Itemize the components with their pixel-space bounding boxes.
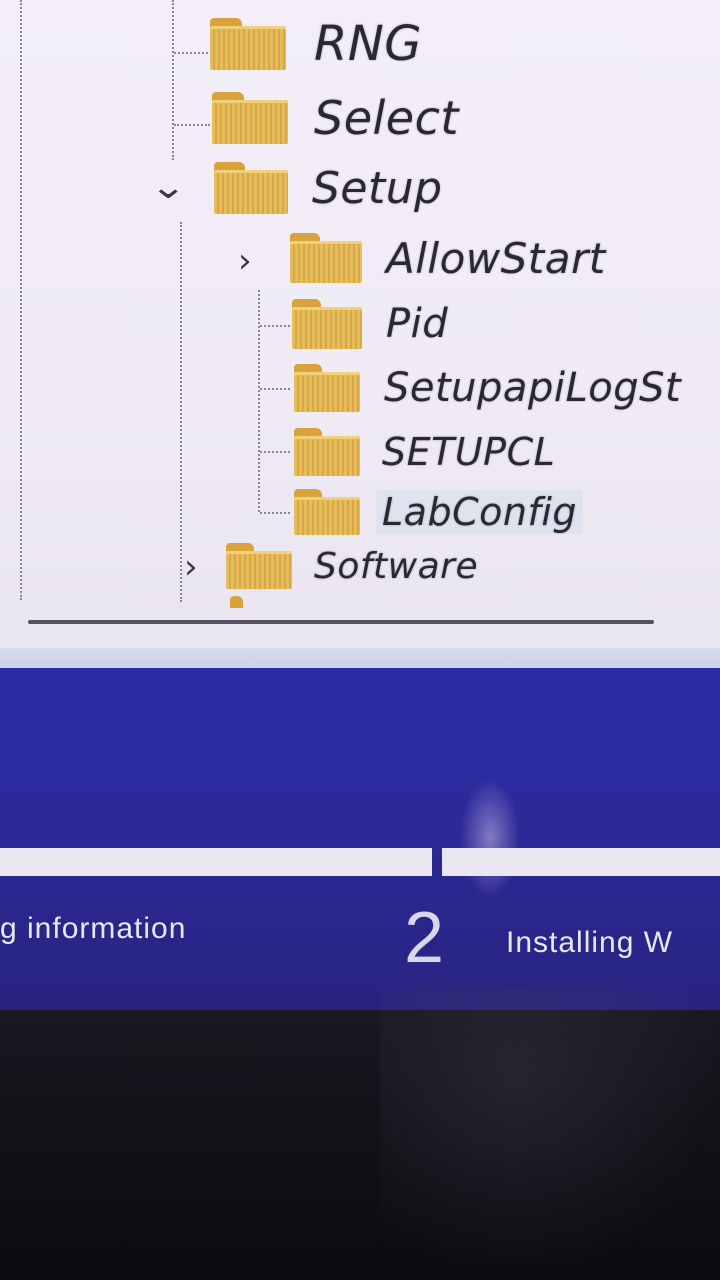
folder-icon [294, 428, 360, 476]
folder-icon [294, 364, 360, 412]
step-1-label: g information [0, 912, 187, 945]
chevron-right-icon[interactable]: › [184, 550, 198, 584]
folder-icon [210, 18, 286, 70]
tree-line [260, 512, 290, 514]
tree-line [174, 52, 208, 54]
tree-line [180, 222, 182, 602]
folder-icon [292, 299, 362, 349]
tree-item-setup[interactable]: Setup [214, 156, 443, 220]
tree-line [258, 290, 260, 512]
tree-line [174, 124, 210, 126]
folder-icon [212, 92, 288, 144]
tree-item-software[interactable]: Software [226, 534, 478, 598]
tree-item-rng[interactable]: RNG [210, 12, 422, 76]
step-2-number: 2 [404, 898, 445, 978]
tree-item-select[interactable]: Select [212, 86, 459, 150]
tree-item-label: Select [314, 91, 459, 145]
folder-icon [290, 233, 362, 283]
tree-line [20, 0, 22, 600]
screen-reflection [380, 990, 720, 1280]
tree-item-label: LabConfig [376, 490, 584, 534]
tree-item-pid[interactable]: Pid [292, 292, 448, 356]
folder-icon [214, 162, 288, 214]
tree-item-setupcl[interactable]: SETUPCL [294, 420, 555, 484]
tree-item-label: Software [314, 545, 479, 587]
tree-item-setupapilogst[interactable]: SetupapiLogSt [294, 356, 681, 420]
folder-icon [294, 489, 360, 535]
progress-bar-step-2 [442, 848, 720, 876]
registry-tree-panel: RNG Select ⌄ Setup › AllowStart Pid Setu… [0, 0, 720, 668]
tree-line [260, 325, 290, 327]
horizontal-scrollbar[interactable] [28, 620, 654, 624]
tree-line [260, 388, 290, 390]
tree-item-label: AllowStart [386, 233, 606, 283]
tree-item-label: Pid [386, 301, 449, 347]
chevron-down-icon[interactable]: ⌄ [150, 170, 187, 204]
tree-item-label: RNG [314, 16, 422, 72]
tree-item-label: Setup [312, 162, 443, 214]
tree-item-allowstart[interactable]: AllowStart [290, 226, 606, 290]
tree-item-label: SetupapiLogSt [384, 365, 682, 411]
progress-bar-step-1 [0, 848, 432, 876]
tree-line [172, 0, 174, 160]
chevron-right-icon[interactable]: › [238, 244, 252, 278]
folder-icon [226, 543, 292, 589]
folder-icon [230, 596, 260, 610]
tree-line [260, 451, 290, 453]
tree-item-label: SETUPCL [382, 430, 556, 474]
screen-glare [460, 778, 520, 898]
window-bottom-edge [0, 648, 720, 668]
windows-setup-screen: g information 2 Installing W [0, 668, 720, 1018]
step-2-label: Installing W [506, 926, 674, 959]
